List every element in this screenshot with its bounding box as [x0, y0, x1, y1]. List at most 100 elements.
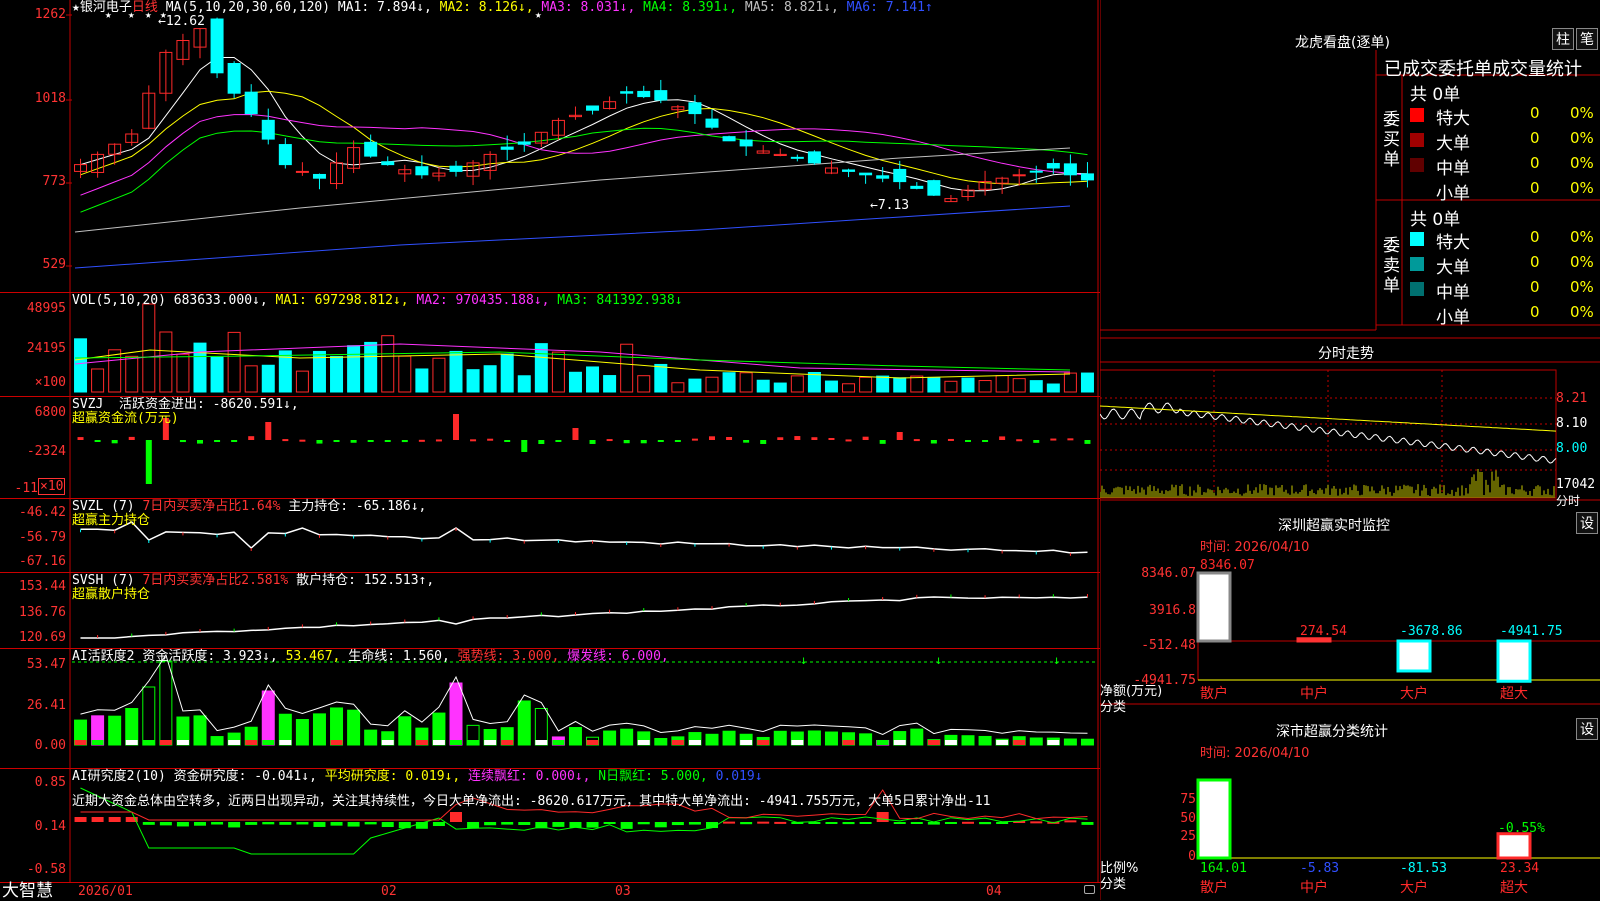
sell-color-swatch	[1410, 232, 1424, 246]
sell-color-swatch	[1410, 257, 1424, 271]
buy-pct: 0%	[1570, 154, 1594, 172]
ai-activity-panel[interactable]: ↓ ↓ ↓ AI活跃度2 资金活跃度: 3.923↓, 53.467, 生命线: 1…	[0, 648, 1100, 769]
ai-base-bar	[381, 740, 394, 745]
ai-base-bar	[313, 740, 326, 745]
svzj-bar	[128, 436, 135, 440]
monitor-xlabel: 分类	[1100, 700, 1127, 715]
buy-pct: 0%	[1570, 179, 1594, 197]
ai-base-bar	[398, 740, 411, 745]
fenshi-vol: 17042	[1556, 477, 1596, 492]
ai-research-chart[interactable]	[0, 768, 1100, 882]
vol-bar	[125, 355, 139, 393]
ai-base-bar	[586, 740, 599, 745]
candle-body	[586, 105, 600, 111]
candle-body	[1046, 163, 1060, 169]
svzj-panel[interactable]: SVZJ 活跃资金进出: -8620.591↓, 超赢资金流(万元) 6800 …	[0, 396, 1100, 499]
lock-icon[interactable]	[1084, 885, 1095, 894]
vol-bar	[210, 356, 224, 393]
classify-time: 时间: 2026/04/10	[1200, 746, 1310, 761]
svzj-bar	[265, 422, 272, 440]
air-bar	[586, 822, 599, 828]
air-bar	[603, 822, 616, 825]
air-bar	[432, 822, 445, 827]
svzl-y3: -67.16	[19, 554, 66, 569]
svzj-bar	[726, 437, 733, 440]
svzl-y1: -46.42	[19, 505, 66, 520]
monitor-category: 大户	[1400, 685, 1428, 702]
vol-bar	[108, 349, 122, 393]
svzj-bar	[709, 436, 715, 440]
vol-bar	[398, 355, 412, 393]
svzl-header: SVZL (7) 7日内买卖净占比1.64% 主力持仓: -65.186↓,	[72, 500, 426, 514]
svzj-bar	[691, 438, 698, 441]
vol-bar	[807, 371, 821, 393]
kline-chart[interactable]: ★ ★ ★ ★ ★	[0, 0, 1100, 292]
right-sidebar: 8346.07 274.54 -3678.86 -4941.75 散户 中户 大户 超大 164…	[1100, 0, 1600, 900]
ai-research-panel[interactable]: AI研究度2(10) 资金研究度: -0.041↓, 平均研究度: 0.019↓…	[0, 768, 1100, 883]
vol-y1: 48995	[26, 301, 66, 316]
low-note: ←7.13	[870, 198, 910, 213]
svzj-bar	[879, 440, 886, 444]
ai-base-bar	[450, 740, 462, 745]
svzj-bar	[350, 440, 357, 443]
monitor-settings-button[interactable]: 设	[1576, 512, 1598, 534]
ma-line-60	[74, 147, 1071, 233]
vol-bar	[449, 350, 463, 393]
tick-mode-button[interactable]: 笔	[1576, 28, 1598, 50]
bar-mode-button[interactable]: 柱	[1552, 28, 1574, 50]
vol-bar	[295, 370, 309, 393]
monitor-bar	[1396, 639, 1432, 673]
vol-bar	[432, 357, 446, 393]
vol-unit[interactable]: ×100	[0, 376, 66, 390]
classify-title: 深市超赢分类统计	[1276, 724, 1388, 740]
chart-area[interactable]: ★ ★ ★ ★ ★ ★银河电子日线 MA(5,10,20,30,60,120) MA1:…	[0, 0, 1100, 900]
candle-body	[876, 175, 890, 179]
air-bar	[245, 822, 258, 825]
vol-bar	[261, 364, 275, 393]
ai-base-bar	[791, 740, 804, 745]
period-label[interactable]: 日线	[132, 0, 158, 15]
svzj-bar	[418, 439, 425, 442]
candle-body	[415, 166, 429, 176]
candle-body	[295, 170, 309, 173]
monitor-title: 深圳超赢实时监控	[1278, 518, 1390, 534]
monitor-category: 超大	[1500, 686, 1528, 702]
svzj-bar	[384, 440, 391, 442]
ai-bar	[517, 700, 531, 746]
ai-burst: 爆发线: 6.000,	[567, 649, 669, 664]
kline-panel[interactable]: ★ ★ ★ ★ ★ ★银河电子日线 MA(5,10,20,30,60,120) MA1:…	[0, 0, 1100, 293]
candle-body	[807, 151, 821, 164]
fenshi-y2: 8.10	[1556, 416, 1588, 431]
ai-base-bar	[1064, 740, 1077, 745]
buy-side-label: 委买单	[1383, 110, 1400, 170]
svzl-line	[80, 521, 1088, 554]
ma-line-10	[80, 90, 1088, 185]
air-bar	[176, 822, 189, 827]
vol-panel[interactable]: VOL(5,10,20) 683633.000↓, MA1: 697298.81…	[0, 292, 1100, 397]
ai-activity-chart[interactable]: ↓ ↓ ↓	[0, 648, 1100, 768]
sell-count: 0	[1530, 253, 1540, 271]
ai-bar	[449, 682, 463, 746]
stock-name[interactable]: 银河电子	[80, 0, 132, 15]
classify-settings-button[interactable]: 设	[1576, 718, 1598, 740]
svsh-y1: 153.44	[19, 579, 66, 594]
svsh-panel[interactable]: SVSH (7) 7日内买卖净占比2.581% 散户持仓: 152.513↑, …	[0, 572, 1100, 649]
air-y3: -0.58	[26, 862, 66, 877]
sell-row-1: 大单 0 0%	[1410, 253, 1600, 278]
x-label-mar: 03	[615, 884, 631, 899]
svzj-bar	[1067, 438, 1074, 441]
app-logo[interactable]: 大智慧	[2, 882, 53, 900]
ai-base-bar	[501, 740, 514, 745]
vol-bar	[705, 376, 719, 393]
ai-base-bar	[262, 740, 275, 745]
air-bar	[313, 822, 326, 827]
ai-base-bar	[415, 740, 428, 745]
svzj-bar	[947, 438, 954, 441]
svzl-panel[interactable]: SVZL (7) 7日内买卖净占比1.64% 主力持仓: -65.186↓, 超…	[0, 498, 1100, 573]
vol-bar	[688, 378, 702, 393]
vol-ma3	[74, 351, 1071, 371]
svzj-unit[interactable]: ×10	[38, 478, 66, 495]
buy-name: 中单	[1436, 159, 1470, 179]
candle-body	[893, 168, 907, 183]
stock-star: ★	[72, 0, 80, 15]
